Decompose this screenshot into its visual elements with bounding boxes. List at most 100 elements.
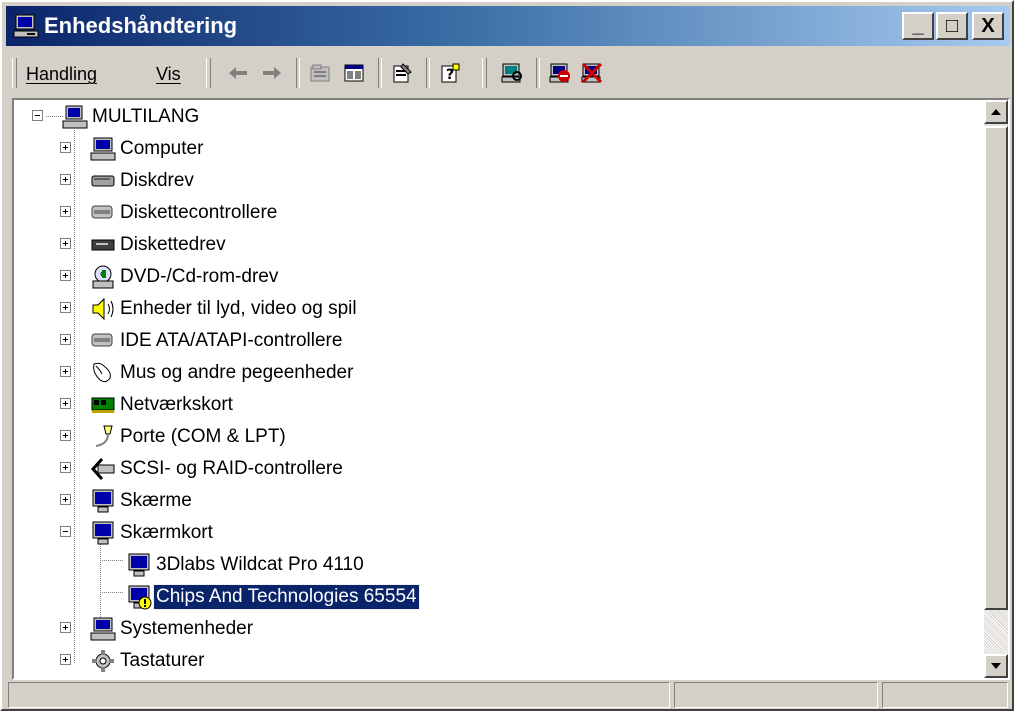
- monitor-icon: [92, 521, 114, 545]
- tree-item-ports[interactable]: Porte (COM & LPT): [14, 422, 514, 450]
- tree-item-label: Diskdrev: [120, 170, 194, 191]
- expand-toggle[interactable]: [60, 462, 71, 473]
- toolbar-separator: [378, 58, 382, 88]
- tree-item-label: Systemenheder: [120, 618, 254, 639]
- up-arrow-icon: [991, 109, 1001, 115]
- tree-item-dvd-cdrom[interactable]: DVD-/Cd-rom-drev: [14, 262, 514, 290]
- toolbar-grip[interactable]: [12, 58, 17, 88]
- tree-device-label: 3Dlabs Wildcat Pro 4110: [156, 554, 364, 575]
- tree-item-label: Tastaturer: [120, 650, 205, 671]
- monitor-icon: [92, 489, 114, 513]
- properties-icon[interactable]: [386, 58, 418, 88]
- tree-item-ide-ata[interactable]: IDE ATA/ATAPI-controllere: [14, 326, 514, 354]
- tree-device-chips-technologies[interactable]: Chips And Technologies 65554: [14, 582, 614, 610]
- expand-toggle[interactable]: [60, 174, 71, 185]
- expand-toggle[interactable]: [60, 494, 71, 505]
- disable-icon[interactable]: [576, 58, 608, 88]
- vertical-scrollbar[interactable]: [984, 100, 1008, 678]
- tree-item-mouse[interactable]: Mus og andre pegeenheder: [14, 358, 514, 386]
- expand-toggle[interactable]: [60, 302, 71, 313]
- down-arrow-icon: [991, 663, 1001, 669]
- expand-toggle[interactable]: [60, 206, 71, 217]
- tree-item-label: Mus og andre pegeenheder: [120, 362, 354, 383]
- expand-toggle[interactable]: [60, 238, 71, 249]
- tree-item-label: Skærmkort: [120, 522, 213, 543]
- tree-root-label: MULTILANG: [92, 106, 200, 127]
- expand-toggle[interactable]: [60, 366, 71, 377]
- toolbar-separator: [426, 58, 430, 88]
- tree-item-computer[interactable]: Computer: [14, 134, 514, 162]
- expand-toggle[interactable]: [60, 334, 71, 345]
- toolbar-grip[interactable]: [206, 58, 211, 88]
- tree-item-audio-video[interactable]: Enheder til lyd, video og spil: [14, 294, 514, 322]
- scan-hardware-icon[interactable]: [496, 58, 528, 88]
- collapse-toggle[interactable]: [60, 526, 71, 537]
- window-title: Enhedshåndtering: [44, 13, 238, 38]
- tree-item-skaerme[interactable]: Skærme: [14, 486, 514, 514]
- status-panel-2: [674, 682, 878, 708]
- tree-item-diskdrev[interactable]: Diskdrev: [14, 166, 514, 194]
- expand-toggle[interactable]: [60, 622, 71, 633]
- device-tree-view[interactable]: MULTILANG Computer Diskdrev Diskettecont…: [12, 98, 1010, 680]
- computer-icon: [13, 14, 39, 38]
- close-button[interactable]: X: [972, 12, 1004, 40]
- disk-drive-icon: [91, 175, 115, 187]
- tree-item-skaermkort[interactable]: Skærmkort: [14, 518, 514, 546]
- expand-toggle[interactable]: [60, 270, 71, 281]
- toolbar-grip[interactable]: [482, 58, 487, 88]
- menu-handling[interactable]: Handling: [26, 62, 97, 86]
- list-view-icon[interactable]: [338, 58, 370, 88]
- tree-item-tastaturer[interactable]: Tastaturer: [14, 646, 514, 674]
- monitor-warning-icon: [128, 585, 152, 610]
- cdrom-icon: [92, 265, 114, 289]
- tree-content: MULTILANG Computer Diskdrev Diskettecont…: [14, 100, 984, 678]
- tree-item-label: Skærme: [120, 490, 192, 511]
- port-icon: [95, 425, 113, 447]
- forward-arrow-icon[interactable]: [256, 58, 288, 88]
- tree-root[interactable]: MULTILANG: [14, 102, 414, 130]
- folder-view-icon[interactable]: [304, 58, 336, 88]
- expand-toggle[interactable]: [60, 142, 71, 153]
- tree-item-label: Enheder til lyd, video og spil: [120, 298, 357, 319]
- uninstall-icon[interactable]: [544, 58, 576, 88]
- minimize-button[interactable]: _: [902, 12, 934, 40]
- status-bar: [8, 682, 1010, 708]
- expand-toggle[interactable]: [60, 654, 71, 665]
- tree-item-label: Porte (COM & LPT): [120, 426, 286, 447]
- status-panel-3: [882, 682, 1008, 708]
- mouse-icon: [93, 362, 111, 383]
- speaker-icon: [92, 297, 114, 321]
- scroll-up-button[interactable]: [984, 100, 1008, 124]
- title-bar[interactable]: Enhedshåndtering _ □ X: [6, 6, 1010, 46]
- tree-item-label: Diskettedrev: [120, 234, 226, 255]
- tree-device-3dlabs[interactable]: 3Dlabs Wildcat Pro 4110: [14, 550, 614, 578]
- expand-toggle[interactable]: [60, 398, 71, 409]
- tree-item-network[interactable]: Netværkskort: [14, 390, 514, 418]
- keyboard-icon: [92, 650, 114, 672]
- scsi-icon: [90, 457, 115, 481]
- collapse-toggle[interactable]: [32, 110, 43, 121]
- menu-toolbar: Handling Vis ?: [8, 52, 1008, 94]
- scrollbar-thumb[interactable]: [984, 126, 1008, 610]
- tree-item-label: IDE ATA/ATAPI-controllere: [120, 330, 343, 351]
- help-icon[interactable]: ?: [434, 58, 466, 88]
- computer-icon: [90, 617, 116, 641]
- tree-item-scsi-raid[interactable]: SCSI- og RAID-controllere: [14, 454, 514, 482]
- expand-toggle[interactable]: [60, 430, 71, 441]
- status-panel-main: [8, 682, 670, 708]
- tree-item-diskettecontrollere[interactable]: Diskettecontrollere: [14, 198, 514, 226]
- tree-device-label: Chips And Technologies 65554: [153, 584, 420, 610]
- scroll-down-button[interactable]: [984, 654, 1008, 678]
- tree-item-diskettedrev[interactable]: Diskettedrev: [14, 230, 514, 258]
- computer-icon: [90, 137, 116, 161]
- toolbar-separator: [296, 58, 300, 88]
- computer-icon: [62, 105, 88, 129]
- back-arrow-icon[interactable]: [222, 58, 254, 88]
- menu-vis[interactable]: Vis: [156, 62, 181, 86]
- tree-item-systemenheder[interactable]: Systemenheder: [14, 614, 514, 642]
- network-card-icon: [91, 397, 115, 413]
- maximize-button[interactable]: □: [936, 12, 968, 40]
- scrollbar-track[interactable]: [984, 610, 1008, 654]
- floppy-drive-icon: [91, 239, 115, 251]
- tree-item-label: SCSI- og RAID-controllere: [120, 458, 343, 479]
